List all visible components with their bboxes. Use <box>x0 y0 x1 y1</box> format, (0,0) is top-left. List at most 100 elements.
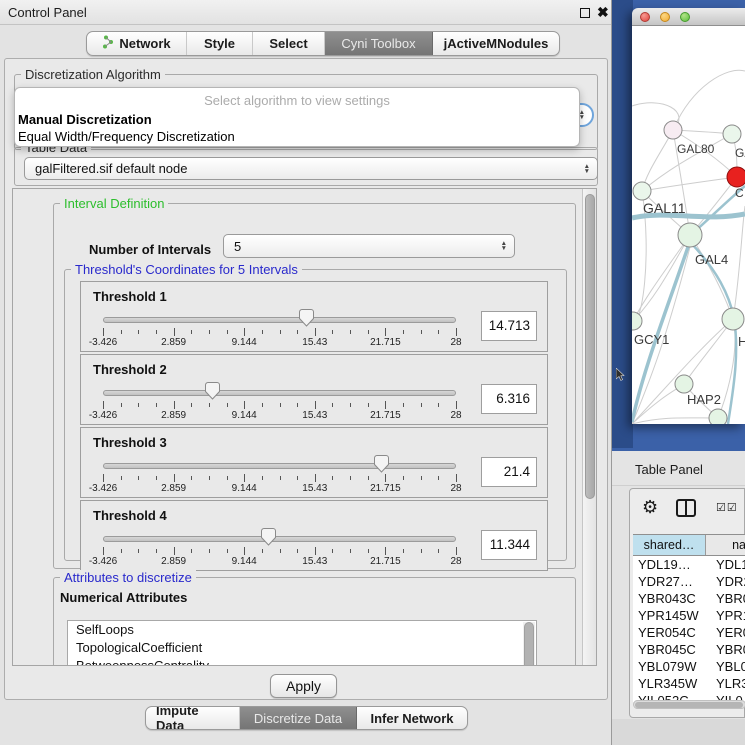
minimize-traffic-light[interactable] <box>660 12 670 22</box>
network-view[interactable]: GAL80GACGAL11GAL4GCY1HHAP2 <box>632 26 745 424</box>
attribute-item[interactable]: TopologicalCoefficient <box>68 639 536 657</box>
slider-thumb[interactable] <box>205 382 220 400</box>
cell-name[interactable]: YPR1 <box>709 607 745 624</box>
threshold-panels: Threshold 1 -3.4262.8599.14415.4321.7152… <box>80 281 548 573</box>
cell-shared-name[interactable]: YPR145W <box>633 607 709 624</box>
tab-jactivemnodules[interactable]: jActiveMNodules <box>433 32 559 55</box>
tick-label: 21.715 <box>355 483 415 494</box>
cell-name[interactable]: YBR0 <box>709 590 745 607</box>
numerical-attributes-list[interactable]: SelfLoopsTopologicalCoefficientBetweenne… <box>67 620 537 666</box>
tab-select[interactable]: Select <box>253 32 325 55</box>
cell-shared-name[interactable]: YBL079W <box>633 658 709 675</box>
apply-button[interactable]: Apply <box>270 674 337 698</box>
cell-name[interactable]: YLR3 <box>709 675 745 692</box>
threshold-value-field[interactable]: 11.344 <box>481 530 537 560</box>
column-header-name[interactable]: na <box>706 535 745 555</box>
slider-thumb[interactable] <box>261 528 276 546</box>
cell-shared-name[interactable]: YBR045C <box>633 641 709 658</box>
network-node[interactable] <box>675 375 693 393</box>
tab-network[interactable]: Network <box>87 32 187 55</box>
table-row[interactable]: YER054CYER0 <box>633 624 745 641</box>
threshold-value-field[interactable]: 21.4 <box>481 457 537 487</box>
tick-mark <box>121 549 122 553</box>
cell-shared-name[interactable]: YBR043C <box>633 590 709 607</box>
attributes-scrollbar-thumb[interactable] <box>524 622 534 666</box>
network-node[interactable] <box>678 223 702 247</box>
slider-track[interactable] <box>103 536 456 542</box>
network-node[interactable] <box>633 182 651 200</box>
cell-name[interactable]: YDL1 <box>709 556 745 573</box>
table-row[interactable]: YBR045CYBR0 <box>633 641 745 658</box>
tab-cyni-toolbox[interactable]: Cyni Toolbox <box>325 32 433 55</box>
cell-name[interactable]: YBR0 <box>709 641 745 658</box>
checkbox-icon[interactable]: ☑☑ <box>716 501 738 514</box>
table-row[interactable]: YBR043CYBR0 <box>633 590 745 607</box>
network-node[interactable] <box>727 167 745 187</box>
tick-mark <box>103 401 104 409</box>
tick-label: -3.426 <box>73 410 133 421</box>
tick-mark <box>403 330 404 334</box>
cell-shared-name[interactable]: YLR345W <box>633 675 709 692</box>
tick-mark <box>332 476 333 480</box>
node-label: GCY1 <box>634 332 669 347</box>
slider-track[interactable] <box>103 317 456 323</box>
table-data-combo[interactable]: galFiltered.sif default node ▲▼ <box>24 157 598 180</box>
cell-name[interactable]: YER0 <box>709 624 745 641</box>
attribute-item[interactable]: BetweennessCentrality <box>68 657 536 666</box>
close-icon[interactable]: ✖ <box>597 4 609 21</box>
float-window-icon[interactable] <box>580 8 590 18</box>
tab-style[interactable]: Style <box>187 32 253 55</box>
split-columns-icon[interactable] <box>676 499 696 517</box>
table-row[interactable]: YBL079WYBL0 <box>633 658 745 675</box>
number-of-intervals-combo[interactable]: 5 ▲▼ <box>223 234 515 258</box>
cell-shared-name[interactable]: YDR27… <box>633 573 709 590</box>
tick-mark <box>385 474 386 482</box>
algorithm-option-manual[interactable]: Manual Discretization <box>18 112 152 127</box>
node-table: shared… na YDL19…YDL1YDR27…YDR2YBR043CYB… <box>633 534 745 702</box>
slider-thumb[interactable] <box>374 455 389 473</box>
close-traffic-light[interactable] <box>640 12 650 22</box>
table-row[interactable]: YDR27…YDR2 <box>633 573 745 590</box>
combo-arrows-icon: ▲▼ <box>584 164 590 174</box>
threshold-panel: Threshold 4 -3.4262.8599.14415.4321.7152… <box>80 500 548 571</box>
network-node[interactable] <box>709 409 727 424</box>
table-horizontal-scrollbar[interactable] <box>633 700 745 709</box>
column-header-shared-name[interactable]: shared… <box>633 535 706 555</box>
tick-mark <box>438 476 439 480</box>
algorithm-option-equal-width[interactable]: Equal Width/Frequency Discretization <box>18 129 235 144</box>
slider-track[interactable] <box>103 463 456 469</box>
tick-mark <box>103 547 104 555</box>
threshold-value-field[interactable]: 6.316 <box>481 384 537 414</box>
network-node[interactable] <box>722 308 744 330</box>
cell-name[interactable]: YDR2 <box>709 573 745 590</box>
cell-shared-name[interactable]: YER054C <box>633 624 709 641</box>
network-node[interactable] <box>664 121 682 139</box>
attributes-scrollbar[interactable] <box>523 622 535 666</box>
slider-track[interactable] <box>103 390 456 396</box>
network-window-titlebar[interactable] <box>632 8 745 26</box>
node-label: GAL80 <box>677 142 715 156</box>
attribute-item[interactable]: SelfLoops <box>68 621 536 639</box>
tick-mark <box>350 330 351 334</box>
cell-shared-name[interactable]: YDL19… <box>633 556 709 573</box>
network-node[interactable] <box>632 312 642 330</box>
panel-title: Control Panel <box>8 5 87 20</box>
table-horizontal-scrollbar-thumb[interactable] <box>635 702 743 708</box>
tick-mark <box>138 476 139 480</box>
tab-infer-network[interactable]: Infer Network <box>357 707 467 729</box>
table-row[interactable]: YDL19…YDL1 <box>633 556 745 573</box>
table-row[interactable]: YPR145WYPR1 <box>633 607 745 624</box>
network-node[interactable] <box>723 125 741 143</box>
gear-icon[interactable]: ⚙ <box>642 497 658 518</box>
threshold-value-field[interactable]: 14.713 <box>481 311 537 341</box>
tick-mark <box>297 549 298 553</box>
table-row[interactable]: YLR345WYLR3 <box>633 675 745 692</box>
cell-name[interactable]: YBL0 <box>709 658 745 675</box>
network-nodes[interactable] <box>632 121 745 424</box>
main-scrollbar[interactable] <box>582 189 597 666</box>
tab-discretize-data[interactable]: Discretize Data <box>240 707 357 729</box>
slider-thumb[interactable] <box>299 309 314 327</box>
tab-impute-data[interactable]: Impute Data <box>146 707 240 729</box>
zoom-traffic-light[interactable] <box>680 12 690 22</box>
main-scrollbar-thumb[interactable] <box>585 194 595 499</box>
